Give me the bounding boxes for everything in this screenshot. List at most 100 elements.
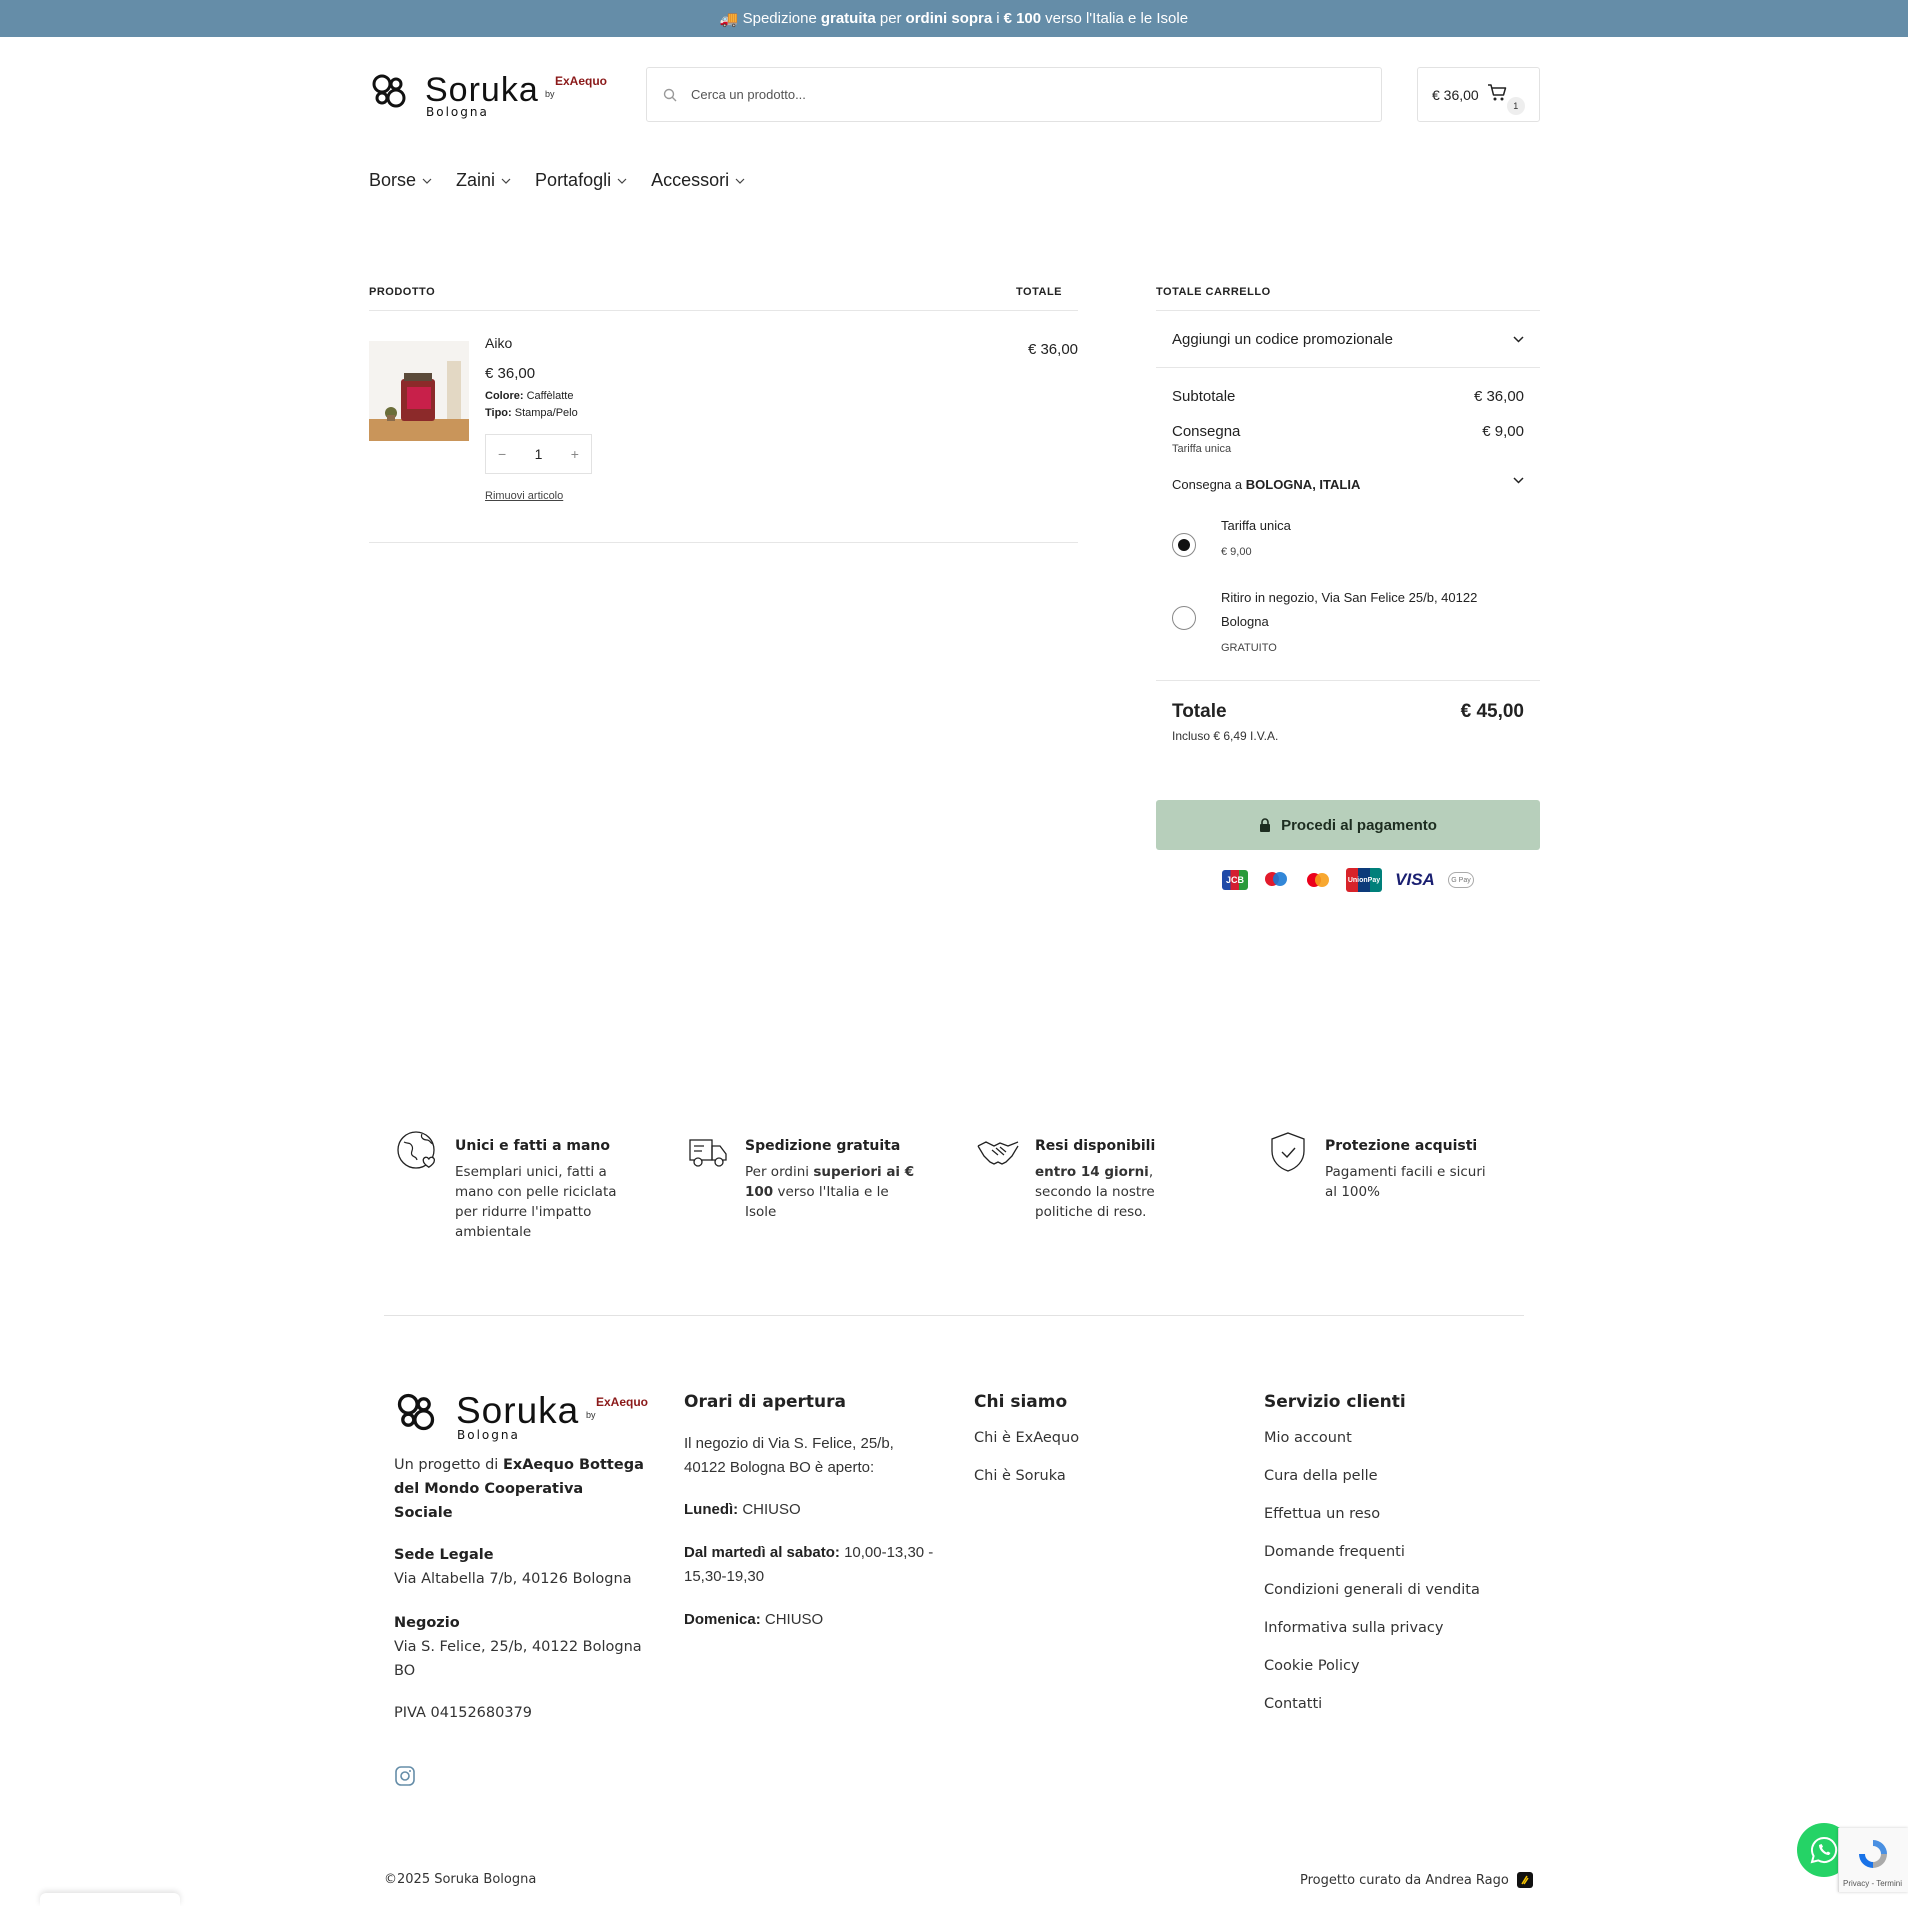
footer-link-cookie[interactable]: Cookie Policy — [1264, 1654, 1524, 1678]
footer-link-contacts[interactable]: Contatti — [1264, 1692, 1524, 1716]
cart-item-info: Aiko € 36,00 Colore: Caffèlatte Tipo: St… — [485, 335, 592, 502]
mastercard-icon — [1304, 870, 1332, 890]
cookie-banner-tab[interactable] — [40, 1893, 180, 1906]
shipping-option-flat[interactable]: Tariffa unica € 9,00 — [1172, 514, 1524, 564]
chevron-down-icon — [1513, 335, 1524, 343]
checkout-button[interactable]: Procedi al pagamento — [1156, 800, 1540, 850]
shield-check-icon — [1271, 1132, 1305, 1172]
col-product: PRODOTTO — [369, 286, 436, 298]
soruka-logo-icon — [372, 74, 406, 108]
search-icon — [663, 88, 677, 101]
col-total: TOTALE — [1016, 286, 1062, 298]
cart-table-header: PRODOTTO TOTALE — [369, 286, 1078, 311]
header-cart-button[interactable]: € 36,00 1 — [1417, 67, 1540, 122]
cart-count-badge: 1 — [1506, 97, 1525, 115]
ship-to-toggle[interactable]: Consegna a BOLOGNA, ITALIA — [1172, 477, 1524, 492]
chevron-down-icon — [735, 178, 745, 184]
footer-divider — [384, 1315, 1524, 1316]
logo-city: Bologna — [426, 105, 489, 119]
search-input[interactable] — [691, 87, 1291, 102]
header-cart-total: € 36,00 — [1432, 86, 1479, 103]
item-line-total: € 36,00 — [1027, 341, 1078, 358]
product-thumbnail[interactable] — [369, 341, 469, 441]
footer-link-account[interactable]: Mio account — [1264, 1426, 1524, 1450]
footer-chi-siamo: Chi siamo Chi è ExAequo Chi è Soruka — [974, 1386, 1224, 1488]
radio-selected[interactable] — [1172, 533, 1196, 557]
nav-item-portafogli[interactable]: Portafogli — [535, 170, 627, 191]
footer-link-return[interactable]: Effettua un reso — [1264, 1502, 1524, 1526]
copyright: ©2025 Soruka Bologna — [384, 1872, 537, 1887]
maestro-icon — [1262, 870, 1290, 890]
footer-piva: PIVA 04152680379 — [394, 1705, 533, 1721]
footer-hours: Orari di apertura Il negozio di Via S. F… — [684, 1392, 934, 1628]
recaptcha-icon — [1859, 1840, 1887, 1868]
footer-link-exaequo[interactable]: Chi è ExAequo — [974, 1426, 1224, 1450]
truck-emoji-icon: 🚚 — [719, 10, 739, 28]
shipping-option-pickup[interactable]: Ritiro in negozio, Via San Felice 25/b, … — [1172, 586, 1524, 660]
footer-link-faq[interactable]: Domande frequenti — [1264, 1540, 1524, 1564]
promo-code-toggle[interactable]: Aggiungi un codice promozionale — [1156, 311, 1540, 368]
decrease-qty-button[interactable]: − — [498, 446, 506, 462]
cart-totals-heading: TOTALE CARRELLO — [1156, 286, 1540, 311]
total-label: Totale — [1172, 701, 1227, 722]
payment-methods: JCB UnionPay VISA G Pay — [1156, 868, 1540, 892]
chevron-down-icon — [1513, 477, 1524, 484]
quantity-stepper: − 1 + — [485, 434, 592, 474]
nav-item-zaini[interactable]: Zaini — [456, 170, 511, 191]
footer-link-privacy[interactable]: Informativa sulla privacy — [1264, 1616, 1524, 1640]
vat-note: Incluso € 6,49 I.V.A. — [1172, 729, 1279, 743]
cart-item-row: Aiko € 36,00 Colore: Caffèlatte Tipo: St… — [369, 311, 1078, 543]
features-row: Unici e fatti a mano Esemplari unici, fa… — [396, 1130, 1526, 1250]
summary: Subtotale € 36,00 Consegna € 9,00 Tariff… — [1156, 388, 1540, 660]
lock-icon — [1260, 818, 1271, 832]
grand-total: Totale € 45,00 Incluso € 6,49 I.V.A. — [1156, 680, 1540, 743]
credit[interactable]: Progetto curato da Andrea Rago — [1300, 1872, 1533, 1888]
cart-totals: TOTALE CARRELLO Aggiungi un codice promo… — [1156, 286, 1540, 892]
product-name[interactable]: Aiko — [485, 335, 592, 351]
instagram-icon[interactable] — [394, 1765, 644, 1792]
chevron-down-icon — [617, 178, 627, 184]
cart-icon: 1 — [1487, 83, 1525, 115]
product-image — [369, 341, 469, 441]
remove-item-link[interactable]: Rimuovi articolo — [485, 490, 592, 502]
main-nav: Borse Zaini Portafogli Accessori — [369, 170, 745, 191]
jcb-icon: JCB — [1222, 870, 1248, 890]
footer-logo[interactable]: Soruka Bologna by ExAequo — [394, 1386, 648, 1442]
visa-icon: VISA — [1395, 870, 1435, 889]
announcement-bar: 🚚 Spedizione gratuita per ordini sopra i… — [0, 0, 1908, 37]
chevron-down-icon — [501, 178, 511, 184]
chevron-down-icon — [422, 178, 432, 184]
logo-brand: ExAequo — [555, 74, 608, 88]
logo-by: by — [545, 89, 555, 99]
whatsapp-icon — [1810, 1836, 1838, 1864]
nav-item-borse[interactable]: Borse — [369, 170, 432, 191]
quantity-value[interactable]: 1 — [535, 446, 543, 462]
shipping-method-label: Tariffa unica — [1172, 443, 1232, 455]
nav-item-accessori[interactable]: Accessori — [651, 170, 745, 191]
subtotal-row: Subtotale € 36,00 — [1172, 388, 1524, 405]
earth-heart-icon — [397, 1131, 435, 1169]
handshake-icon — [977, 1141, 1019, 1165]
site-logo[interactable]: Soruka Bologna by ExAequo — [369, 67, 607, 122]
total-value: € 45,00 — [1460, 701, 1524, 722]
radio-unselected[interactable] — [1172, 606, 1196, 630]
author-logo-icon — [1516, 1872, 1533, 1888]
shipping-row: Consegna € 9,00 — [1172, 423, 1524, 440]
footer-service: Servizio clienti Mio account Cura della … — [1264, 1386, 1524, 1716]
footer-link-soruka[interactable]: Chi è Soruka — [974, 1464, 1224, 1488]
recaptcha-badge[interactable]: Privacy - Termini — [1838, 1828, 1908, 1892]
footer-about: Soruka Bologna by ExAequo Un progetto di… — [394, 1386, 648, 1792]
increase-qty-button[interactable]: + — [571, 446, 579, 462]
product-price: € 36,00 — [485, 365, 536, 382]
footer-link-care[interactable]: Cura della pelle — [1264, 1464, 1524, 1488]
search-box[interactable] — [646, 67, 1382, 122]
google-pay-icon: G Pay — [1448, 872, 1474, 888]
cart-items: PRODOTTO TOTALE Aiko € 36,00 Colore: Caf… — [369, 286, 1078, 543]
footer-link-terms[interactable]: Condizioni generali di vendita — [1264, 1578, 1524, 1602]
truck-icon — [689, 1139, 727, 1167]
product-attributes: Colore: Caffèlatte Tipo: Stampa/Pelo — [485, 390, 578, 419]
unionpay-icon: UnionPay — [1346, 868, 1382, 892]
soruka-logo-icon — [397, 1393, 435, 1431]
site-header: Soruka Bologna by ExAequo € 36,00 1 — [369, 67, 1540, 122]
footer-about-text: Un progetto di ExAequo Bottega del Mondo… — [394, 1457, 644, 1521]
